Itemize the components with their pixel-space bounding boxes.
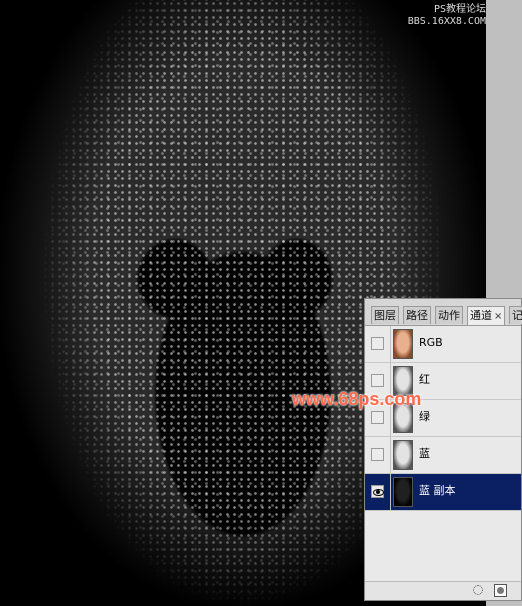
visibility-toggle[interactable] <box>371 448 384 461</box>
tab-paths[interactable]: 路径 <box>403 306 431 324</box>
tab-channels-label: 通道 <box>470 309 492 322</box>
tab-channels[interactable]: 通道 × <box>467 306 506 325</box>
channels-panel: 图层 路径 动作 通道 × 记 RGB 红 绿 蓝 蓝 副本 <box>364 298 522 601</box>
channel-label: 蓝 <box>419 447 430 460</box>
tab-layers[interactable]: 图层 <box>371 306 399 324</box>
close-icon[interactable]: × <box>494 311 502 322</box>
visibility-toggle[interactable] <box>371 337 384 350</box>
channel-row-rgb[interactable]: RGB <box>365 326 521 363</box>
channel-label: RGB <box>419 336 443 349</box>
visibility-toggle[interactable] <box>371 485 384 498</box>
channel-label: 绿 <box>419 410 430 423</box>
visibility-toggle[interactable] <box>371 374 384 387</box>
row-divider <box>390 474 391 510</box>
dotted-circle-icon[interactable] <box>473 585 483 595</box>
panel-tabs: 图层 路径 动作 通道 × 记 <box>365 299 522 326</box>
forum-watermark-line2: BBS.16XX8.COM <box>407 16 486 27</box>
channel-label: 红 <box>419 373 430 386</box>
tab-history[interactable]: 记 <box>509 306 522 324</box>
channel-row-blue-copy[interactable]: 蓝 副本 <box>365 474 521 511</box>
panel-footer <box>365 581 521 600</box>
channel-thumbnail <box>393 477 413 507</box>
tab-actions[interactable]: 动作 <box>435 306 463 324</box>
channel-row-blue[interactable]: 蓝 <box>365 437 521 474</box>
mask-icon[interactable] <box>494 584 507 597</box>
channel-label: 蓝 副本 <box>419 484 456 497</box>
visibility-toggle[interactable] <box>371 411 384 424</box>
site-watermark: www.68ps.com <box>292 389 422 409</box>
eye-icon <box>373 489 384 496</box>
row-divider <box>390 437 391 473</box>
channel-thumbnail <box>393 329 413 359</box>
row-divider <box>390 326 391 362</box>
forum-watermark: PS教程论坛 BBS.16XX8.COM <box>408 4 486 28</box>
channel-thumbnail <box>393 440 413 470</box>
forum-watermark-line1: PS教程论坛 <box>433 4 486 15</box>
